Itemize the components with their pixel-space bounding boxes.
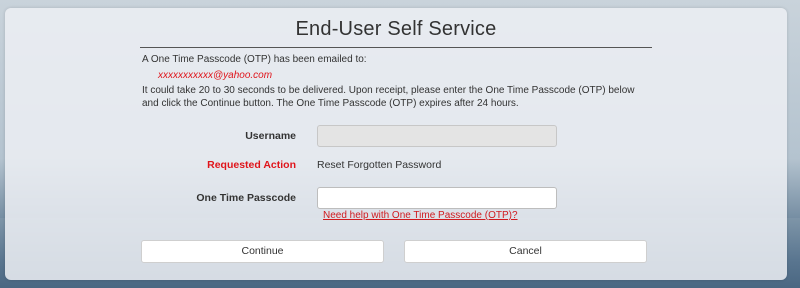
continue-button[interactable]: Continue	[141, 240, 384, 263]
cancel-button[interactable]: Cancel	[404, 240, 647, 263]
username-label: Username	[245, 130, 296, 142]
title-divider	[140, 47, 652, 48]
requested-action-value: Reset Forgotten Password	[317, 159, 442, 171]
delivery-info-line1: It could take 20 to 30 seconds to be del…	[142, 85, 635, 96]
otp-sent-message: A One Time Passcode (OTP) has been email…	[142, 54, 367, 65]
delivery-info-line2: and click the Continue button. The One T…	[142, 98, 519, 109]
requested-action-label: Requested Action	[207, 159, 296, 171]
masked-email: xxxxxxxxxxx@yahoo.com	[158, 70, 273, 81]
otp-help-link[interactable]: Need help with One Time Passcode (OTP)?	[323, 210, 518, 221]
otp-field[interactable]	[317, 187, 557, 209]
username-field[interactable]	[317, 125, 557, 147]
otp-label: One Time Passcode	[196, 192, 296, 204]
self-service-panel: End-User Self Service A One Time Passcod…	[5, 8, 787, 280]
page-title: End-User Self Service	[295, 18, 497, 40]
